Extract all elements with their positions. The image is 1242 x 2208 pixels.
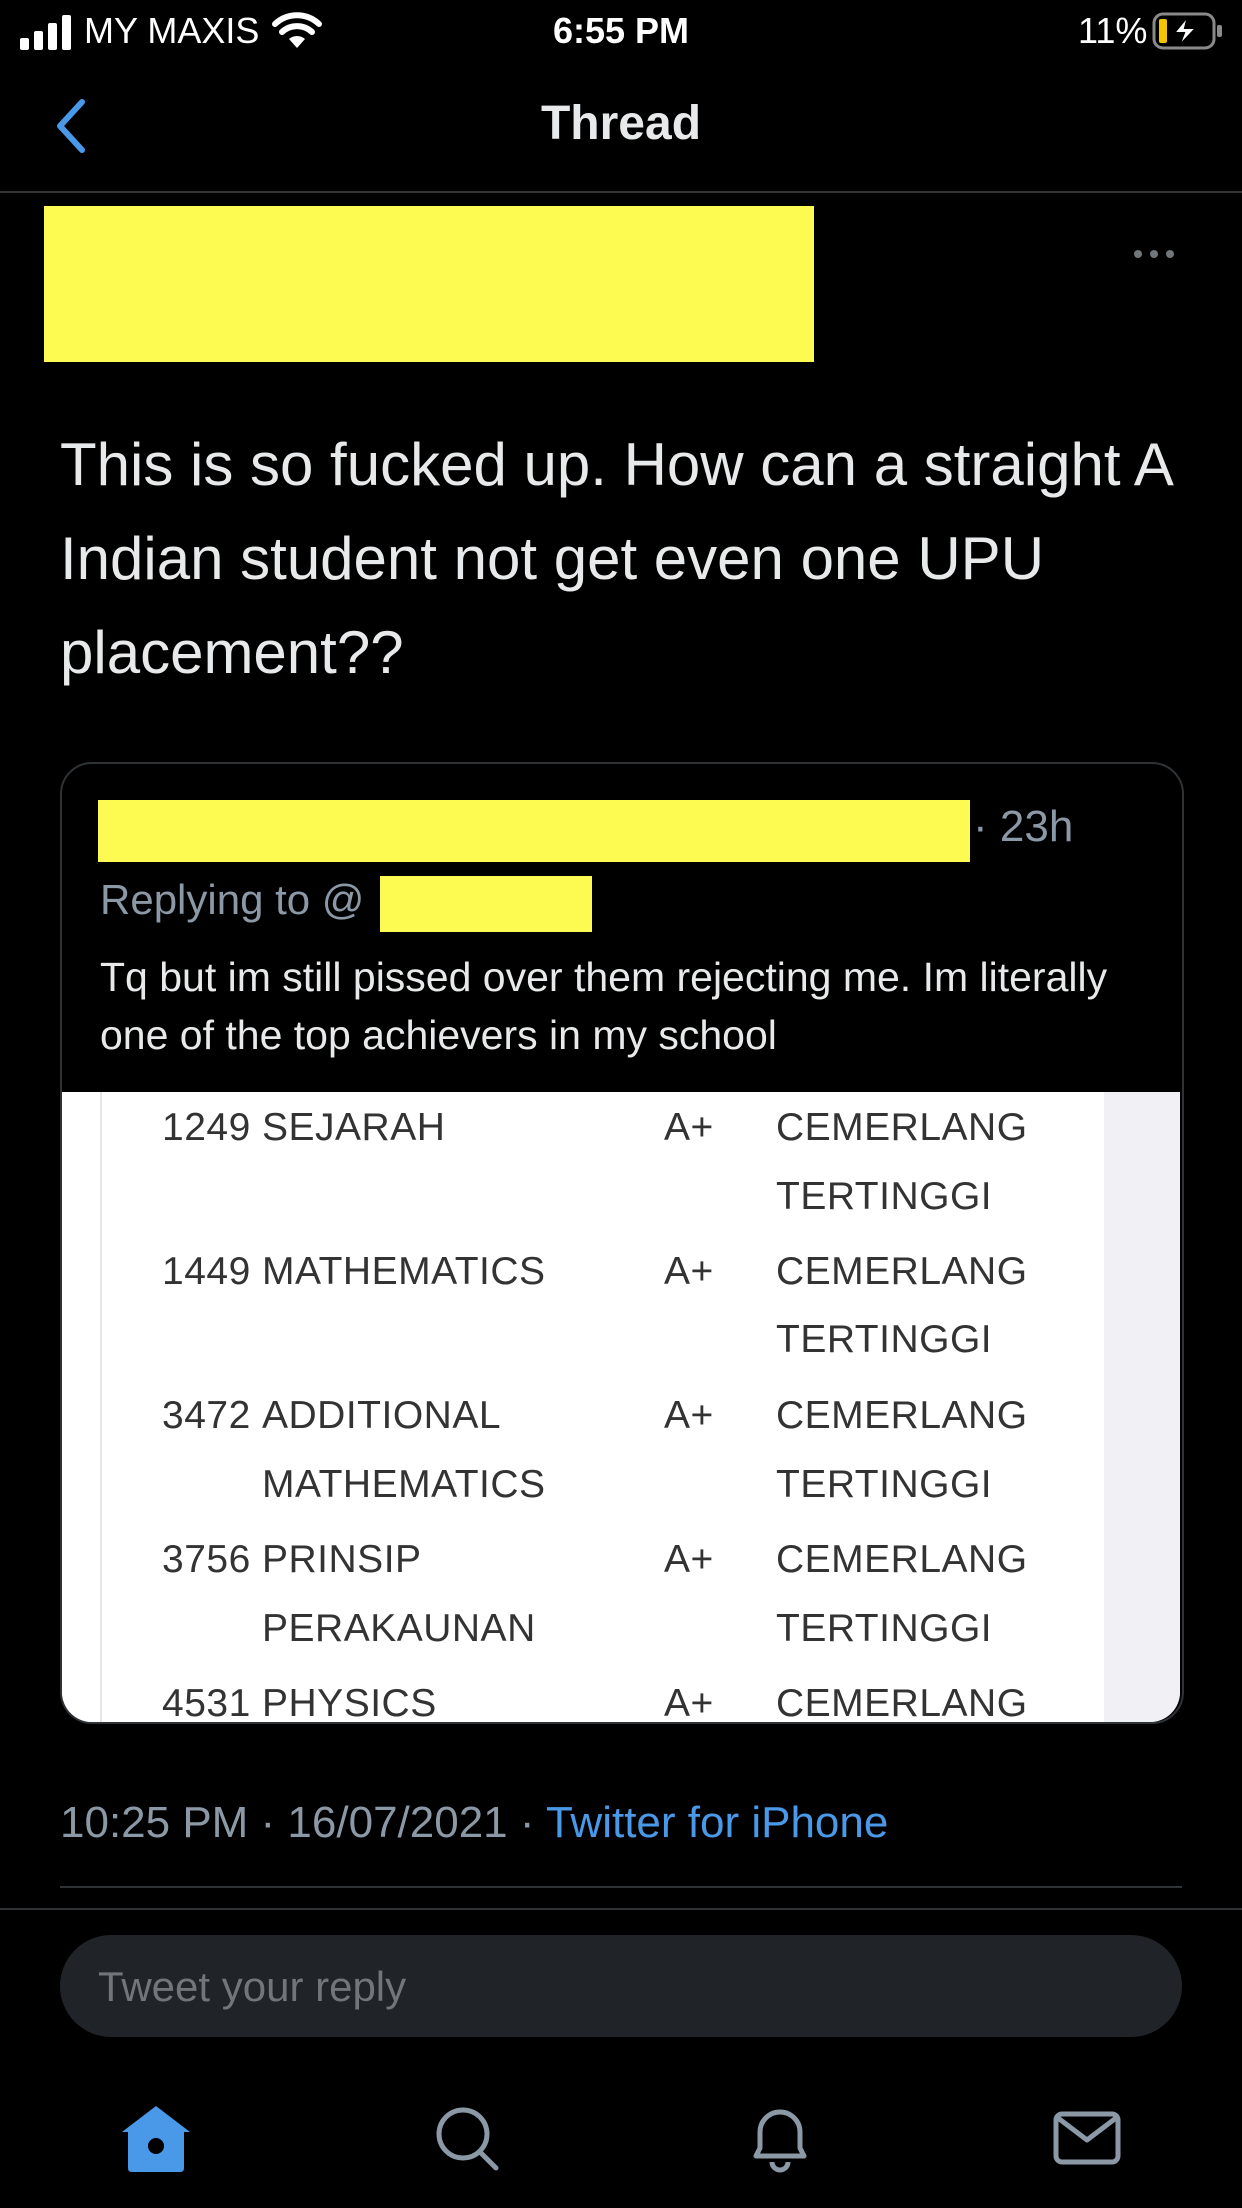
subject-name: MATHEMATICS [262, 1250, 546, 1293]
subject-code: 1249 [162, 1106, 251, 1149]
reply-placeholder: Tweet your reply [98, 1963, 407, 2010]
subject-name: PERAKAUNAN [262, 1607, 536, 1650]
grade-remark: TERTINGGI [776, 1607, 993, 1650]
more-options-icon[interactable] [1132, 244, 1176, 264]
grade-remark: TERTINGGI [776, 1318, 993, 1361]
grade-remark: CEMERLANG [776, 1682, 1028, 1722]
tweet-meta: 10:25 PM · 16/07/2021 · Twitter for iPho… [60, 1798, 888, 1848]
grade: A+ [664, 1394, 714, 1437]
tweet-source-link[interactable]: Twitter for iPhone [546, 1798, 888, 1847]
reply-divider [0, 1908, 1242, 1910]
replying-to-label: Replying to @ [100, 876, 365, 923]
tweet-text: This is so fucked up. How can a straight… [60, 431, 1171, 686]
subject-code: 1449 [162, 1250, 251, 1293]
grade-remark: TERTINGGI [776, 1175, 993, 1218]
image-margin [1104, 1092, 1180, 1722]
subject-code: 3756 [162, 1538, 251, 1581]
image-margin [62, 1092, 100, 1722]
subject-code: 4531 [162, 1682, 251, 1722]
quoted-tweet-time: · 23h [973, 802, 1074, 851]
subject-name: PHYSICS [262, 1682, 437, 1722]
grade-remark: CEMERLANG [776, 1538, 1028, 1581]
results-screenshot-image[interactable]: 1249 SEJARAH A+ CEMERLANG TERTINGGI 1449… [62, 1092, 1180, 1722]
redacted-quoted-author [98, 800, 970, 862]
battery-percentage: 11% [1078, 10, 1148, 51]
header-divider [0, 191, 1242, 193]
subject-name: SEJARAH [262, 1106, 446, 1149]
tweet-timestamp: 10:25 PM · 16/07/2021 · [60, 1798, 546, 1847]
grade-remark: TERTINGGI [776, 1463, 993, 1506]
clock: 6:55 PM [552, 10, 690, 51]
grade: A+ [664, 1538, 714, 1581]
subject-name: PRINSIP [262, 1538, 422, 1581]
meta-divider [60, 1886, 1182, 1888]
quoted-tweet-text: Tq but im still pissed over them rejecti… [100, 954, 1108, 1058]
redacted-author [44, 206, 814, 362]
messages-icon[interactable] [1048, 2098, 1128, 2178]
home-icon[interactable] [116, 2098, 196, 2178]
page-title: Thread [540, 97, 702, 150]
status-bar: MY MAXIS 6:55 PM 11% [0, 0, 1242, 64]
grade: A+ [664, 1682, 714, 1722]
grade-remark: CEMERLANG [776, 1250, 1028, 1293]
subject-name: MATHEMATICS [262, 1463, 546, 1506]
grade: A+ [664, 1106, 714, 1149]
grade: A+ [664, 1250, 714, 1293]
reply-input[interactable]: Tweet your reply [60, 1935, 1182, 2037]
grade-remark: CEMERLANG [776, 1394, 1028, 1437]
search-icon[interactable] [428, 2098, 508, 2178]
grade-remark: CEMERLANG [776, 1106, 1028, 1149]
subject-code: 3472 [162, 1394, 251, 1437]
notifications-icon[interactable] [740, 2098, 820, 2178]
subject-name: ADDITIONAL [262, 1394, 502, 1437]
redacted-reply-handle[interactable] [380, 876, 592, 932]
battery-charging-icon [1152, 12, 1222, 50]
